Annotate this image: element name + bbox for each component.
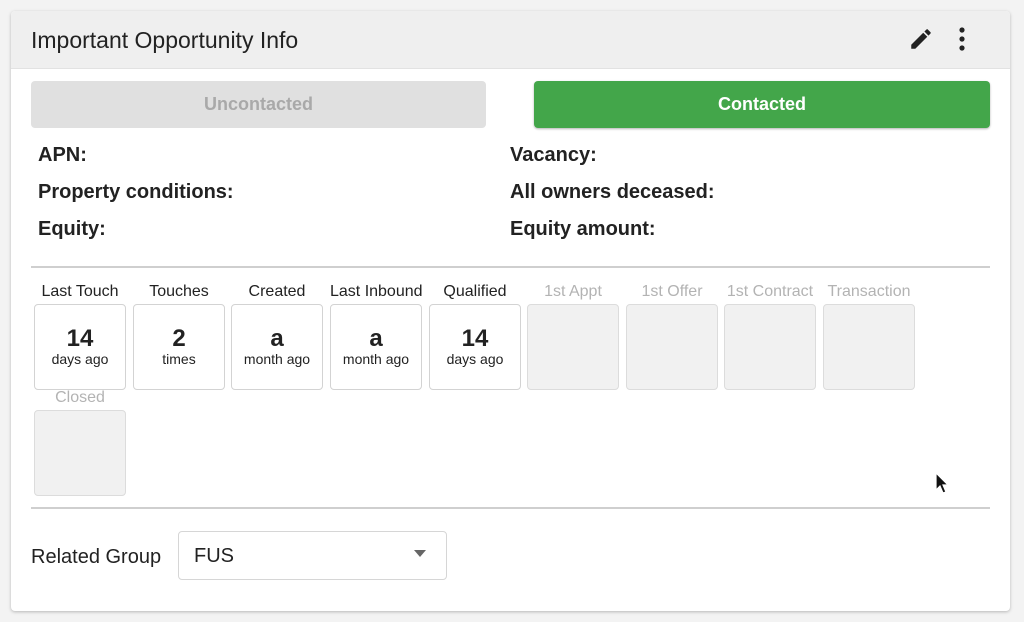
milestone-closed: Closed <box>34 388 126 496</box>
opportunity-info-card: Important Opportunity Info Uncontacted C… <box>11 11 1010 611</box>
equity-amount-label: Equity amount: <box>510 218 656 240</box>
milestone-label: Closed <box>55 389 105 406</box>
milestone-touches: Touches 2 times <box>133 282 225 390</box>
milestone-box <box>34 410 126 496</box>
milestone-unit: month ago <box>243 351 311 367</box>
milestone-value: 14 <box>66 325 94 352</box>
milestone-box: a month ago <box>330 304 422 390</box>
milestone-box: 2 times <box>133 304 225 390</box>
chevron-down-icon <box>414 550 426 557</box>
milestone-value: a <box>369 325 383 352</box>
milestone-box: 14 days ago <box>34 304 126 390</box>
milestone-label: 1st Contract <box>726 283 814 300</box>
milestone-label: 1st Appt <box>544 283 602 300</box>
milestone-last-inbound: Last Inbound a month ago <box>330 282 423 390</box>
milestone-value: 2 <box>172 325 186 352</box>
milestone-box <box>724 304 816 390</box>
milestone-label: Last Inbound <box>330 283 423 300</box>
milestone-label: 1st Offer <box>641 283 703 300</box>
related-group-select[interactable]: FUS <box>178 531 447 580</box>
milestone-label: Transaction <box>827 283 911 300</box>
more-vert-icon[interactable] <box>954 26 970 52</box>
contacted-button[interactable]: Contacted <box>534 81 990 128</box>
all-owners-deceased-label: All owners deceased: <box>510 181 715 203</box>
card-header: Important Opportunity Info <box>11 11 1010 69</box>
milestone-1st-offer: 1st Offer <box>626 282 718 390</box>
divider <box>31 266 990 268</box>
milestone-label: Created <box>248 283 306 300</box>
uncontacted-button[interactable]: Uncontacted <box>31 81 486 128</box>
pencil-icon[interactable] <box>908 26 934 52</box>
milestone-box: a month ago <box>231 304 323 390</box>
milestone-1st-contract: 1st Contract <box>724 282 816 390</box>
milestone-created: Created a month ago <box>231 282 323 390</box>
property-conditions-label: Property conditions: <box>38 181 234 203</box>
milestone-box: 14 days ago <box>429 304 521 390</box>
milestone-unit: days ago <box>446 351 504 367</box>
milestone-1st-appt: 1st Appt <box>527 282 619 390</box>
milestone-unit: month ago <box>342 351 410 367</box>
milestone-unit: days ago <box>51 351 109 367</box>
milestone-last-touch: Last Touch 14 days ago <box>34 282 126 390</box>
milestone-value: a <box>270 325 284 352</box>
milestone-box <box>527 304 619 390</box>
divider <box>31 507 990 509</box>
milestone-value: 14 <box>461 325 489 352</box>
milestone-label: Last Touch <box>41 283 119 300</box>
vacancy-label: Vacancy: <box>510 144 597 166</box>
milestone-box <box>626 304 718 390</box>
milestone-unit: times <box>162 351 196 367</box>
milestone-transaction: Transaction <box>823 282 915 390</box>
milestone-label: Touches <box>149 283 209 300</box>
related-group-value: FUS <box>194 545 234 567</box>
equity-label: Equity: <box>38 218 106 240</box>
mouse-cursor-icon <box>935 472 950 494</box>
milestone-label: Qualified <box>443 283 507 300</box>
milestone-qualified: Qualified 14 days ago <box>429 282 521 390</box>
related-group-label: Related Group <box>31 546 162 568</box>
card-title: Important Opportunity Info <box>31 27 299 53</box>
apn-label: APN: <box>38 144 87 166</box>
milestone-box <box>823 304 915 390</box>
